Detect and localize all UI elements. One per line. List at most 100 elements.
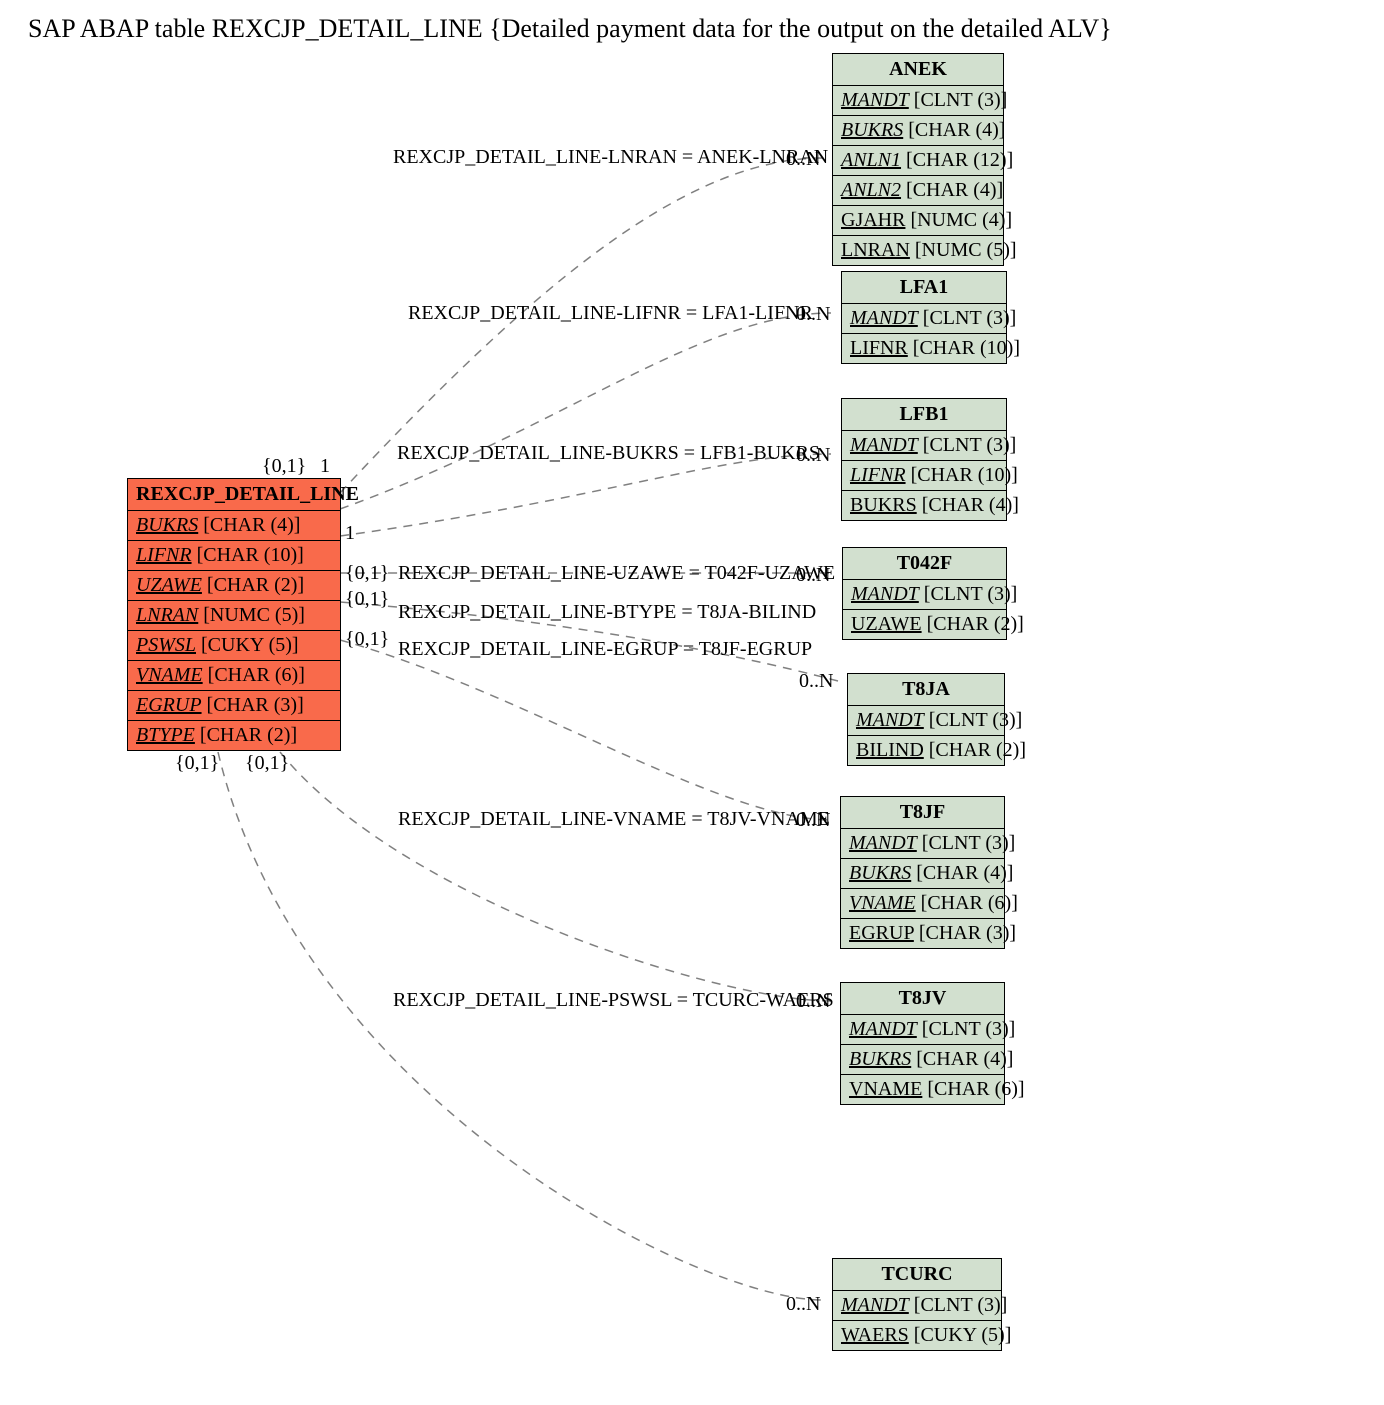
- field-name: LNRAN: [841, 239, 910, 261]
- field-row: LIFNR [CHAR (10)]: [128, 541, 340, 571]
- field-type: [CUKY (5)]: [914, 1324, 1012, 1346]
- field-name: LIFNR: [850, 337, 908, 359]
- field-type: [CLNT (3)]: [923, 307, 1017, 329]
- field-type: [CHAR (6)]: [208, 664, 305, 686]
- field-row: MANDT [CLNT (3)]: [848, 706, 1004, 736]
- field-row: EGRUP [CHAR (3)]: [128, 691, 340, 721]
- field-row: LIFNR [CHAR (10)]: [842, 334, 1006, 363]
- entity-lfa1: LFA1 MANDT [CLNT (3)] LIFNR [CHAR (10)]: [841, 271, 1007, 364]
- field-row: BTYPE [CHAR (2)]: [128, 721, 340, 750]
- field-name: LIFNR: [136, 544, 192, 566]
- field-type: [NUMC (5)]: [203, 604, 305, 626]
- diagram-title: SAP ABAP table REXCJP_DETAIL_LINE {Detai…: [28, 14, 1112, 44]
- field-name: BUKRS: [849, 1048, 911, 1070]
- entity-header: T8JF: [841, 797, 1004, 829]
- field-type: [CHAR (4)]: [916, 1048, 1013, 1070]
- field-type: [CLNT (3)]: [922, 1018, 1016, 1040]
- entity-header: T042F: [843, 548, 1006, 580]
- cardinality: 0..N: [796, 303, 830, 326]
- cardinality: 0..N: [796, 444, 830, 467]
- field-type: [CHAR (4)]: [922, 494, 1019, 516]
- field-type: [CLNT (3)]: [922, 832, 1016, 854]
- field-name: MANDT: [841, 1294, 909, 1316]
- field-type: [CLNT (3)]: [914, 1294, 1008, 1316]
- cardinality: {0,1}: [345, 628, 389, 651]
- field-row: WAERS [CUKY (5)]: [833, 1321, 1001, 1350]
- field-row: MANDT [CLNT (3)]: [833, 1291, 1001, 1321]
- entity-tcurc: TCURC MANDT [CLNT (3)] WAERS [CUKY (5)]: [832, 1258, 1002, 1351]
- field-row: MANDT [CLNT (3)]: [841, 829, 1004, 859]
- field-type: [CHAR (2)]: [207, 574, 304, 596]
- cardinality: {0,1}: [245, 752, 289, 775]
- entity-header: LFB1: [842, 399, 1006, 431]
- field-row: BUKRS [CHAR (4)]: [128, 511, 340, 541]
- field-type: [CHAR (6)]: [921, 892, 1018, 914]
- entity-header: TCURC: [833, 1259, 1001, 1291]
- field-type: [CHAR (10)]: [197, 544, 304, 566]
- entity-anek: ANEK MANDT [CLNT (3)] BUKRS [CHAR (4)] A…: [832, 53, 1004, 266]
- field-row: MANDT [CLNT (3)]: [842, 304, 1006, 334]
- field-row: MANDT [CLNT (3)]: [841, 1015, 1004, 1045]
- entity-header: ANEK: [833, 54, 1003, 86]
- field-name: MANDT: [856, 709, 924, 731]
- entity-header: T8JV: [841, 983, 1004, 1015]
- field-type: [CHAR (4)]: [916, 862, 1013, 884]
- field-type: [CHAR (2)]: [200, 724, 297, 746]
- entity-t8jf: T8JF MANDT [CLNT (3)] BUKRS [CHAR (4)] V…: [840, 796, 1005, 949]
- field-row: LNRAN [NUMC (5)]: [833, 236, 1003, 265]
- cardinality: 1: [345, 522, 355, 545]
- field-row: BUKRS [CHAR (4)]: [842, 491, 1006, 520]
- field-type: [NUMC (4)]: [910, 209, 1012, 231]
- relation-label: REXCJP_DETAIL_LINE-LIFNR = LFA1-LIFNR: [408, 302, 813, 325]
- cardinality: 1: [320, 455, 330, 478]
- field-name: EGRUP: [849, 922, 914, 944]
- field-name: VNAME: [849, 892, 916, 914]
- relation-label: REXCJP_DETAIL_LINE-EGRUP = T8JF-EGRUP: [398, 638, 812, 661]
- field-type: [CLNT (3)]: [923, 434, 1017, 456]
- field-name: VNAME: [136, 664, 203, 686]
- field-name: PSWSL: [136, 634, 196, 656]
- field-name: ANLN1: [841, 149, 901, 171]
- cardinality: 0..N: [786, 148, 820, 171]
- field-row: BUKRS [CHAR (4)]: [833, 116, 1003, 146]
- field-type: [NUMC (5)]: [915, 239, 1017, 261]
- field-name: MANDT: [841, 89, 909, 111]
- field-row: MANDT [CLNT (3)]: [842, 431, 1006, 461]
- relation-label: REXCJP_DETAIL_LINE-VNAME = T8JV-VNAME: [398, 808, 830, 831]
- field-type: [CHAR (2)]: [927, 613, 1024, 635]
- field-type: [CHAR (3)]: [919, 922, 1016, 944]
- field-row: UZAWE [CHAR (2)]: [128, 571, 340, 601]
- cardinality: 0..N: [799, 670, 833, 693]
- field-name: BUKRS: [850, 494, 917, 516]
- field-name: MANDT: [850, 307, 918, 329]
- field-row: ANLN2 [CHAR (4)]: [833, 176, 1003, 206]
- field-name: UZAWE: [851, 613, 922, 635]
- field-row: GJAHR [NUMC (4)]: [833, 206, 1003, 236]
- field-name: WAERS: [841, 1324, 909, 1346]
- field-name: MANDT: [851, 583, 919, 605]
- field-name: MANDT: [849, 832, 917, 854]
- field-name: BUKRS: [849, 862, 911, 884]
- field-name: ANLN2: [841, 179, 901, 201]
- field-type: [CHAR (10)]: [911, 464, 1018, 486]
- title-table: REXCJP_DETAIL_LINE: [212, 14, 483, 43]
- field-row: BUKRS [CHAR (4)]: [841, 859, 1004, 889]
- field-name: VNAME: [849, 1078, 922, 1100]
- field-name: BUKRS: [841, 119, 903, 141]
- field-row: VNAME [CHAR (6)]: [841, 1075, 1004, 1104]
- cardinality: {0,1}: [175, 752, 219, 775]
- field-type: [CHAR (10)]: [913, 337, 1020, 359]
- field-row: PSWSL [CUKY (5)]: [128, 631, 340, 661]
- relation-label: REXCJP_DETAIL_LINE-LNRAN = ANEK-LNRAN: [393, 146, 828, 169]
- field-type: [CHAR (4)]: [203, 514, 300, 536]
- field-name: GJAHR: [841, 209, 905, 231]
- field-type: [CHAR (6)]: [927, 1078, 1024, 1100]
- field-type: [CHAR (3)]: [207, 694, 304, 716]
- relation-label: REXCJP_DETAIL_LINE-UZAWE = T042F-UZAWE: [398, 562, 835, 585]
- cardinality: 0..N: [796, 564, 830, 587]
- field-type: [CLNT (3)]: [924, 583, 1018, 605]
- entity-header: LFA1: [842, 272, 1006, 304]
- field-type: [CHAR (4)]: [906, 179, 1003, 201]
- field-row: UZAWE [CHAR (2)]: [843, 610, 1006, 639]
- field-type: [CUKY (5)]: [201, 634, 299, 656]
